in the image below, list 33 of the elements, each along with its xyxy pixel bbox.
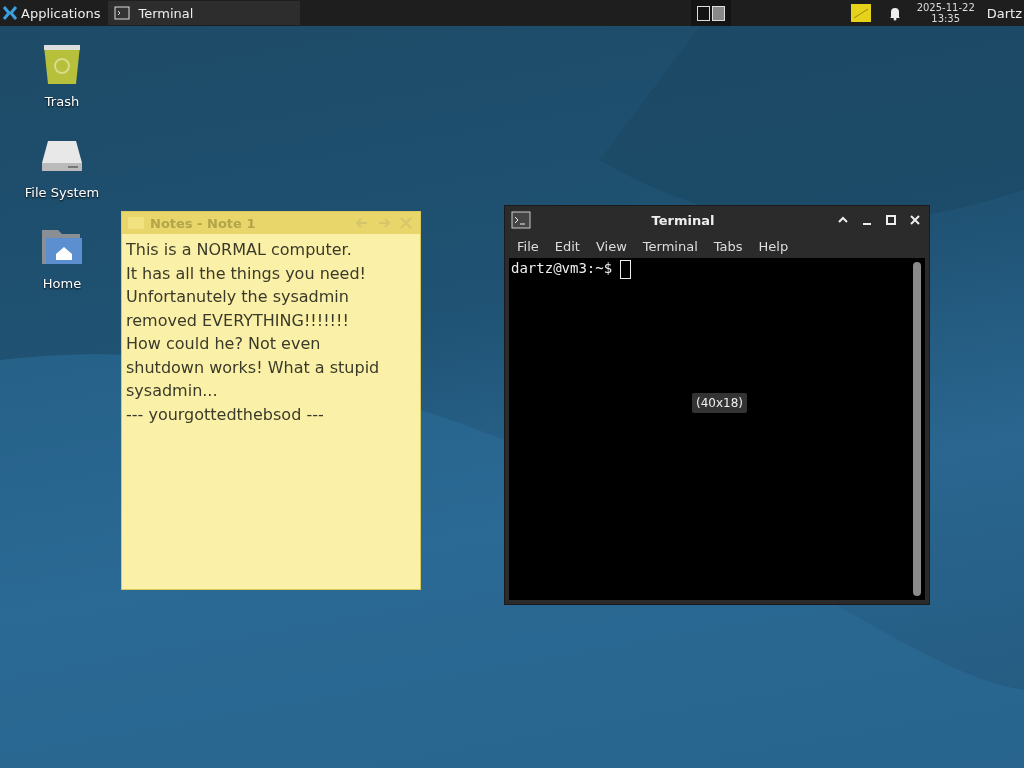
note-line: --- yourgottedthebsod --- bbox=[126, 403, 325, 426]
icon-label: Trash bbox=[44, 94, 80, 109]
note-line: How could he? Not even bbox=[126, 333, 322, 355]
icon-label: File System bbox=[24, 185, 100, 200]
workspace-button[interactable] bbox=[696, 5, 710, 21]
terminal-icon bbox=[114, 5, 131, 21]
logo-icon bbox=[2, 5, 18, 21]
scrollbar[interactable] bbox=[913, 262, 921, 596]
terminal-icon bbox=[511, 211, 531, 229]
note-line: This is a NORMAL computer. bbox=[126, 239, 353, 261]
note-line: Unfortanutely the sysadmin bbox=[126, 286, 350, 308]
window-title: Terminal bbox=[651, 212, 715, 228]
menu-item[interactable]: Terminal bbox=[634, 238, 706, 254]
note-line: It has all the things you need! bbox=[126, 262, 368, 285]
note-line: removed EVERYTHING!!!!!!! bbox=[126, 309, 350, 332]
shell-prompt: dartz@vm3:~$ bbox=[511, 260, 613, 276]
size-tooltip: (40x18) bbox=[692, 393, 747, 413]
note-line: shutdown works! What a stupid bbox=[126, 356, 381, 379]
note-line: sysadmin... bbox=[126, 380, 219, 402]
menu-item[interactable]: Tabs bbox=[705, 238, 751, 254]
menu-item[interactable]: View bbox=[587, 238, 635, 254]
menu-item[interactable]: Help bbox=[750, 238, 797, 254]
text-cursor bbox=[620, 260, 632, 279]
workspace-button[interactable] bbox=[711, 5, 725, 21]
icon-label: Home bbox=[42, 276, 82, 291]
clock[interactable]: 2025-11-22 13:35 bbox=[916, 2, 975, 24]
taskbar-button[interactable]: Terminal bbox=[108, 1, 301, 25]
menu-item[interactable]: File bbox=[509, 238, 547, 254]
menu-item[interactable]: Edit bbox=[546, 238, 588, 254]
applications-menu[interactable]: Applications bbox=[0, 0, 103, 26]
maximize-icon[interactable] bbox=[883, 212, 899, 228]
notes-icon[interactable] bbox=[850, 4, 871, 22]
user-menu[interactable]: Dartz bbox=[986, 5, 1022, 21]
